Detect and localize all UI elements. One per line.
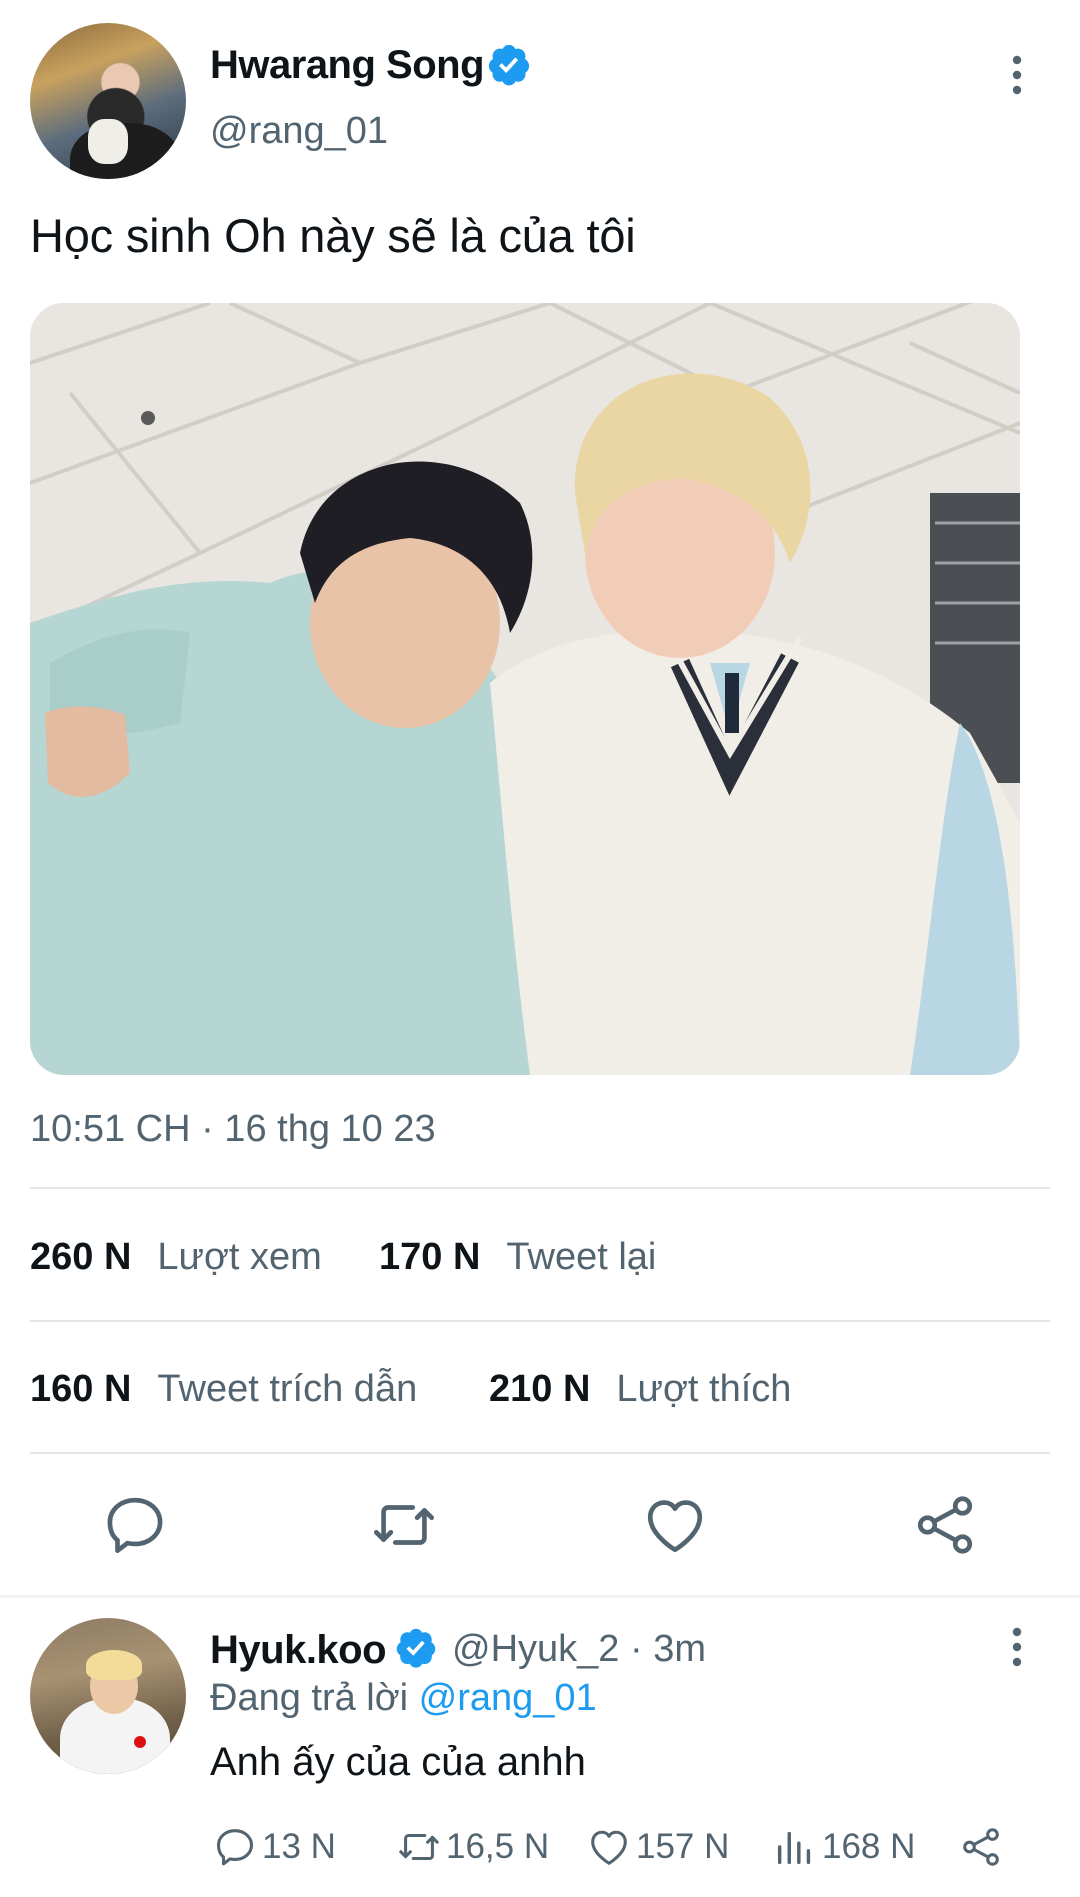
divider [30,1187,1050,1189]
divider [30,1452,1050,1454]
likes-stat[interactable]: 210 N Lượt thích [489,1368,791,1411]
reply-views-count: 168 N [822,1827,916,1866]
reply-author-handle[interactable]: @Hyuk_2 [452,1628,619,1670]
more-options-icon[interactable] [1000,1624,1034,1670]
more-options-icon[interactable] [1000,52,1034,98]
retweet-icon[interactable] [369,1490,439,1560]
reply-comment-action[interactable]: 13 N [212,1822,336,1872]
quotes-label: Tweet trích dẫn [157,1368,418,1410]
retweets-label: Tweet lại [506,1236,657,1278]
reply-like-action[interactable]: 157 N [586,1822,729,1872]
quotes-stat[interactable]: 160 N Tweet trích dẫn [30,1368,417,1411]
quotes-count: 160 N [30,1368,132,1410]
verified-badge-icon [396,1628,436,1668]
reply-retweet-count: 16,5 N [446,1827,550,1866]
author-name[interactable]: Hwarang Song [210,43,485,88]
analytics-icon [777,1831,811,1865]
retweets-count: 170 N [379,1236,481,1278]
reply-text: Anh ấy của của anhh [210,1740,586,1784]
replying-to: Đang trả lời @rang_01 [210,1677,597,1720]
retweet-icon [399,1833,439,1861]
likes-count: 210 N [489,1368,591,1410]
replying-to-mention[interactable]: @rang_01 [419,1677,597,1719]
share-icon [963,1828,999,1866]
heart-icon [591,1830,627,1865]
tweet-photo[interactable] [30,303,1020,1075]
reply-author-name[interactable]: Hyuk.koo [210,1628,387,1673]
views-stat[interactable]: 260 N Lượt xem [30,1236,322,1279]
tweet-text: Học sinh Oh này sẽ là của tôi [30,209,636,262]
reply-retweet-action[interactable]: 16,5 N [396,1822,549,1872]
reply-author-avatar[interactable] [30,1618,186,1774]
likes-label: Lượt thích [616,1368,792,1410]
author-avatar[interactable] [30,23,186,179]
reply-like-count: 157 N [636,1827,730,1866]
reply-views-action[interactable]: 168 N [772,1822,915,1872]
reply-share-action[interactable] [958,1822,1004,1872]
replying-to-label: Đang trả lời [210,1677,409,1719]
views-label: Lượt xem [157,1236,322,1278]
reply-comment-count: 13 N [262,1827,336,1866]
verified-badge-icon [488,44,530,86]
comment-icon[interactable] [100,1490,170,1560]
heart-icon[interactable] [640,1490,710,1560]
section-separator [0,1595,1080,1598]
reply-time: · 3m [629,1628,706,1670]
views-count: 260 N [30,1236,132,1278]
tweet-timestamp[interactable]: 10:51 CH · 16 thg 10 23 [30,1108,436,1151]
author-handle[interactable]: @rang_01 [210,110,388,153]
divider [30,1320,1050,1322]
comment-icon [216,1829,254,1866]
share-icon[interactable] [910,1490,980,1560]
retweets-stat[interactable]: 170 N Tweet lại [379,1236,656,1279]
reply-meta: @Hyuk_2 · 3m [452,1628,706,1671]
